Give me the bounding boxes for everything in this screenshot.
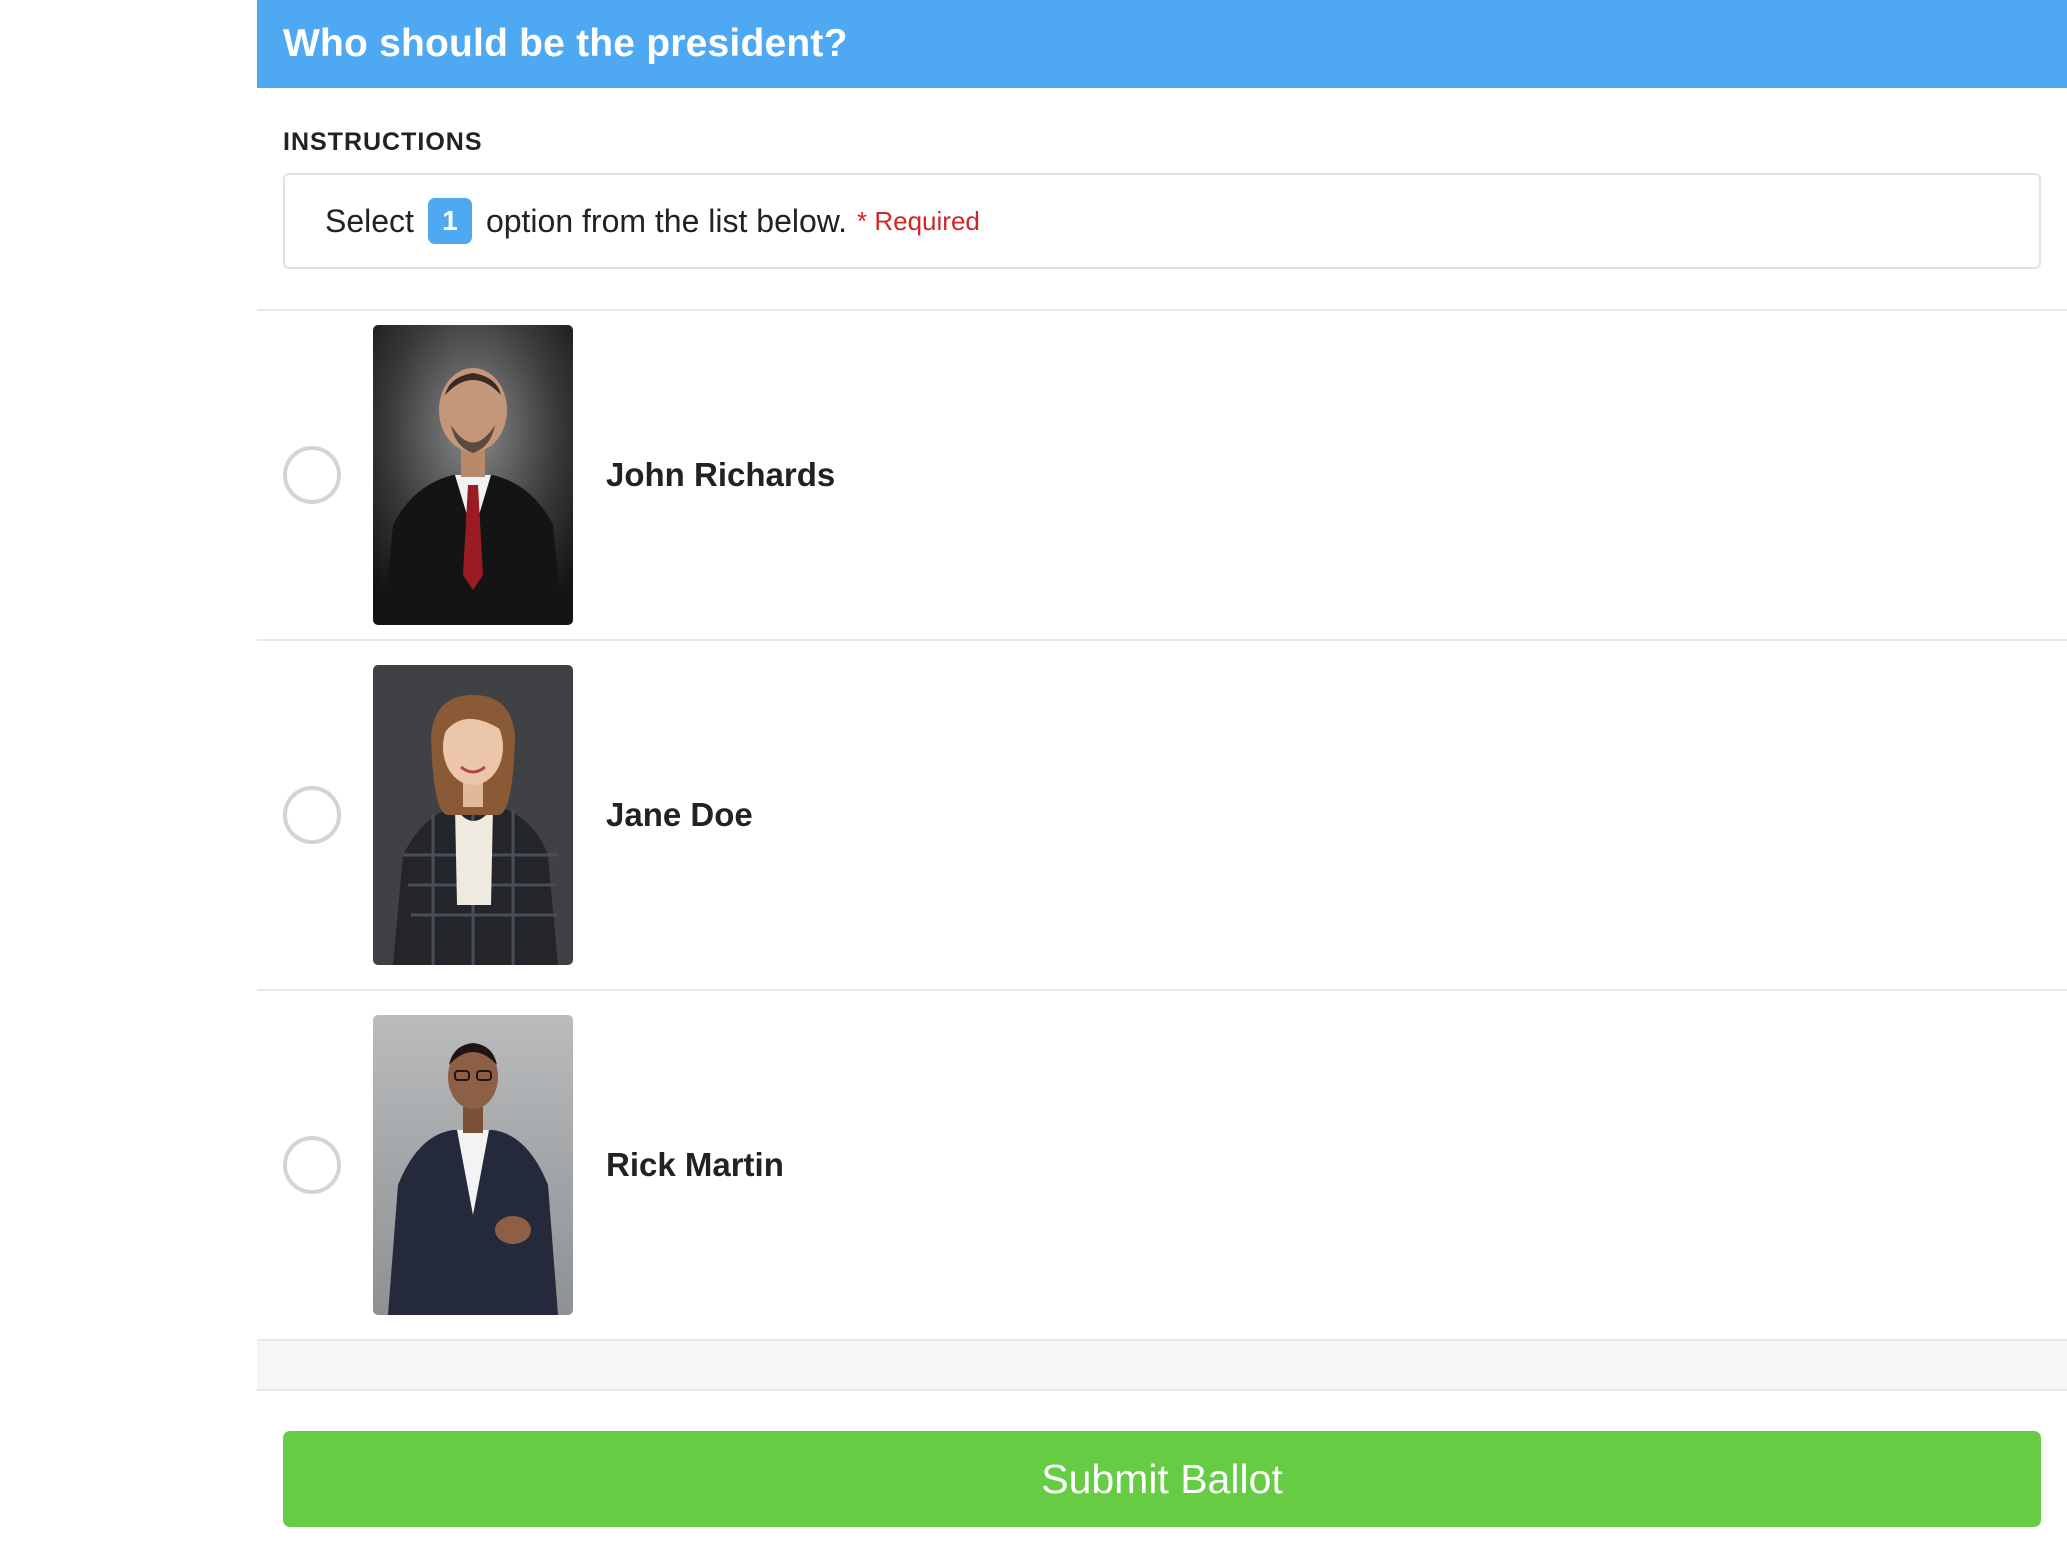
candidate-photo [373, 1015, 573, 1315]
ballot-footer-band [257, 1341, 2067, 1391]
candidate-option-jane-doe[interactable]: Jane Doe [257, 641, 2067, 991]
instructions-section: INSTRUCTIONS Select 1 option from the li… [257, 88, 2067, 311]
candidate-name: Rick Martin [606, 1146, 784, 1183]
question-header: Who should be the president? [257, 0, 2067, 88]
candidate-portrait-woman-plaid-blazer [373, 665, 573, 965]
radio-button[interactable] [283, 446, 341, 504]
candidate-portrait-man-navy-suit [373, 1015, 573, 1315]
candidate-option-john-richards[interactable]: John Richards [257, 311, 2067, 641]
candidate-name: Jane Doe [606, 796, 753, 833]
candidate-option-rick-martin[interactable]: Rick Martin [257, 991, 2067, 1341]
ballot-panel: Who should be the president? INSTRUCTION… [257, 0, 2067, 1554]
candidate-photo [373, 665, 573, 965]
radio-button[interactable] [283, 786, 341, 844]
radio-button[interactable] [283, 1136, 341, 1194]
submit-ballot-button[interactable]: Submit Ballot [283, 1431, 2041, 1527]
question-title: Who should be the president? [283, 22, 848, 65]
instructions-box: Select 1 option from the list below. * R… [283, 173, 2041, 269]
instructions-heading: INSTRUCTIONS [283, 128, 483, 156]
candidate-photo [373, 325, 573, 625]
required-indicator: * Required [857, 205, 980, 236]
candidate-portrait-man-red-tie [373, 325, 573, 625]
instructions-prefix: Select [325, 202, 414, 239]
submit-section: Submit Ballot [257, 1391, 2067, 1527]
candidate-name: John Richards [606, 456, 836, 493]
selection-count-badge: 1 [427, 198, 472, 244]
instructions-suffix: option from the list below. [485, 202, 848, 239]
